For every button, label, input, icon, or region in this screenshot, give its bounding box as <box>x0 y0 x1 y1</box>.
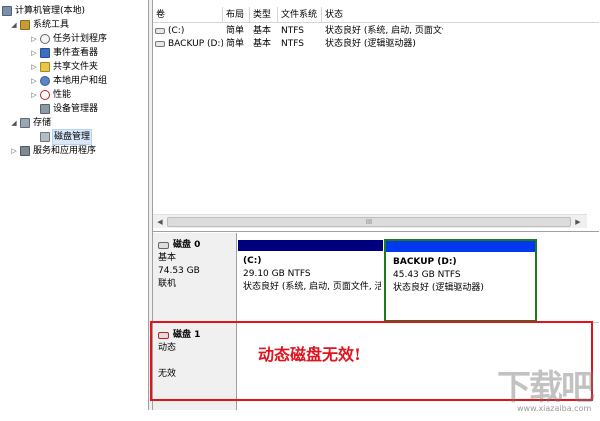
disk-0-label[interactable]: 磁盘 0 基本 74.53 GB 联机 <box>153 233 237 321</box>
scroll-right-icon[interactable]: ▶ <box>573 217 583 227</box>
performance-icon <box>40 90 50 100</box>
tree-item-event-viewer[interactable]: ▷ 事件查看器 <box>30 46 98 60</box>
primary-partition-bar <box>238 240 383 251</box>
column-header-volume[interactable]: 卷 <box>153 7 223 23</box>
tree-item-system-tools[interactable]: ◢ 系统工具 <box>10 18 69 32</box>
volume-row[interactable]: (C:) 简单 基本 NTFS 状态良好 (系统, 启动, 页面文件 <box>153 25 599 38</box>
volume-list-header: 卷 布局 类型 文件系统 状态 <box>153 7 599 23</box>
expand-icon[interactable]: ▷ <box>30 49 38 57</box>
scrollbar-thumb[interactable]: III <box>167 217 571 227</box>
tree-item-task-scheduler[interactable]: ▷ 任务计划程序 <box>30 32 107 46</box>
tree-item-disk-management[interactable]: 磁盘管理 <box>40 129 93 145</box>
logical-drive-bar <box>386 241 535 252</box>
column-header-filesystem[interactable]: 文件系统 <box>278 7 322 23</box>
watermark-logo: 下载吧 www.xiazaiba.com <box>497 368 595 413</box>
tools-icon <box>20 20 30 30</box>
navigation-tree: 计算机管理(本地) ◢ 系统工具 ▷ 任务计划程序 ▷ 事件查看器 ▷ 共享文件… <box>0 0 149 410</box>
scroll-left-icon[interactable]: ◀ <box>155 217 165 227</box>
partition-d-selected[interactable]: BACKUP (D:) 45.43 GB NTFS 状态良好 (逻辑驱动器) <box>384 239 537 322</box>
expand-icon[interactable]: ▷ <box>10 147 18 155</box>
tree-item-local-users[interactable]: ▷ 本地用户和组 <box>30 74 107 88</box>
expand-icon[interactable]: ▷ <box>30 63 38 71</box>
drive-icon <box>155 27 165 34</box>
tree-item-shared-folders[interactable]: ▷ 共享文件夹 <box>30 60 98 74</box>
tree-item-performance[interactable]: ▷ 性能 <box>30 88 71 102</box>
invalid-disk-annotation: 动态磁盘无效! <box>258 345 362 364</box>
expand-icon[interactable]: ▷ <box>30 91 38 99</box>
volume-list: 卷 布局 类型 文件系统 状态 (C:) 简单 基本 NTFS 状态良好 (系统… <box>153 0 599 232</box>
hard-disk-icon <box>158 242 169 249</box>
column-header-type[interactable]: 类型 <box>250 7 278 23</box>
disk-management-icon <box>40 132 50 142</box>
partition-c[interactable]: (C:) 29.10 GB NTFS 状态良好 (系统, 启动, 页面文件, 活 <box>238 240 383 322</box>
device-manager-icon <box>40 104 50 114</box>
shared-folder-icon <box>40 62 50 72</box>
clock-icon <box>40 34 50 44</box>
tree-item-storage[interactable]: ◢ 存储 <box>10 116 51 130</box>
tree-root[interactable]: 计算机管理(本地) <box>2 4 85 18</box>
column-header-status[interactable]: 状态 <box>322 7 599 23</box>
tree-item-services[interactable]: ▷ 服务和应用程序 <box>10 144 96 158</box>
services-icon <box>20 146 30 156</box>
computer-management-icon <box>2 6 12 16</box>
horizontal-scrollbar[interactable]: ◀ III ▶ <box>153 214 587 228</box>
event-viewer-icon <box>40 48 50 58</box>
tree-item-device-manager[interactable]: 设备管理器 <box>40 102 98 116</box>
volume-row[interactable]: BACKUP (D:) 简单 基本 NTFS 状态良好 (逻辑驱动器) <box>153 38 599 51</box>
column-header-layout[interactable]: 布局 <box>223 7 250 23</box>
expand-icon[interactable]: ▷ <box>30 77 38 85</box>
collapse-icon[interactable]: ◢ <box>10 21 18 29</box>
expand-icon[interactable]: ▷ <box>30 35 38 43</box>
drive-icon <box>155 40 165 47</box>
storage-icon <box>20 118 30 128</box>
users-icon <box>40 76 50 86</box>
collapse-icon[interactable]: ◢ <box>10 119 18 127</box>
